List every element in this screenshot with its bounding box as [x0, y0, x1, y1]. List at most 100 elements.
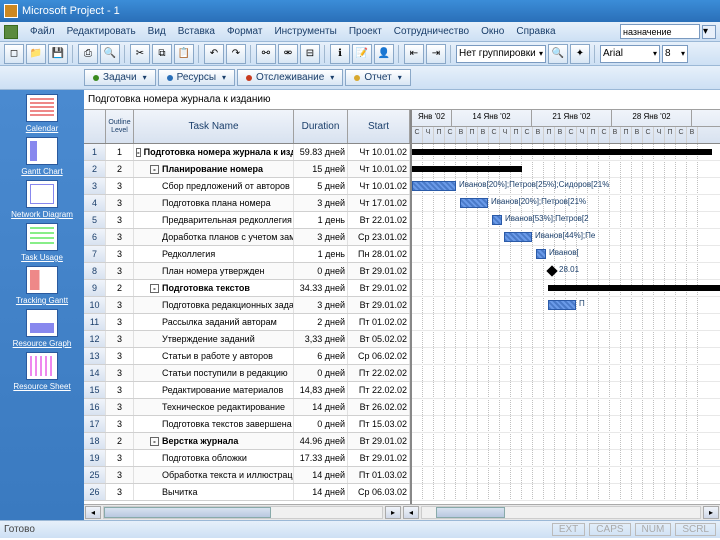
view-task[interactable]: Task Usage [6, 223, 78, 262]
menu-вид[interactable]: Вид [142, 24, 172, 39]
gantt-bar-task[interactable] [492, 215, 502, 225]
zoom-button[interactable]: 🔍 [548, 44, 568, 64]
menu-редактировать[interactable]: Редактировать [61, 24, 142, 39]
row-name[interactable]: Подготовка текстов завершена [134, 416, 294, 432]
row-start[interactable]: Чт 10.01.02 [348, 144, 410, 160]
row-id[interactable]: 6 [84, 229, 106, 245]
view-rgraph[interactable]: Resource Graph [6, 309, 78, 348]
help-dropdown[interactable]: ▾ [702, 25, 716, 39]
row-duration[interactable]: 14 дней [294, 484, 348, 500]
print-button[interactable]: ⎙ [78, 44, 98, 64]
row-duration[interactable]: 3,33 дней [294, 331, 348, 347]
gantt-bar-task[interactable] [504, 232, 532, 242]
row-id[interactable]: 1 [84, 144, 106, 160]
row-name[interactable]: Доработка планов с учетом замечаний [134, 229, 294, 245]
row-name[interactable]: Вычитка [134, 484, 294, 500]
row-id[interactable]: 10 [84, 297, 106, 313]
menu-сотрудничество[interactable]: Сотрудничество [388, 24, 475, 39]
row-id[interactable]: 7 [84, 246, 106, 262]
row-name[interactable]: Утверждение заданий [134, 331, 294, 347]
task-row[interactable]: 33Сбор предложений от авторов5 днейЧт 10… [84, 178, 410, 195]
wizard-button[interactable]: ✦ [570, 44, 590, 64]
menu-окно[interactable]: Окно [475, 24, 510, 39]
assign-button[interactable]: 👤 [374, 44, 394, 64]
row-outline[interactable]: 3 [106, 382, 134, 398]
row-id[interactable]: 8 [84, 263, 106, 279]
entry-bar[interactable]: Подготовка номера журнала к изданию [84, 90, 720, 110]
task-row[interactable]: 173Подготовка текстов завершена0 днейПт … [84, 416, 410, 433]
row-outline[interactable]: 2 [106, 280, 134, 296]
menu-справка[interactable]: Справка [510, 24, 561, 39]
row-outline[interactable]: 3 [106, 467, 134, 483]
row-name[interactable]: Рассылка заданий авторам [134, 314, 294, 330]
undo-button[interactable]: ↶ [204, 44, 224, 64]
row-name[interactable]: Статьи поступили в редакцию [134, 365, 294, 381]
row-name[interactable]: -Подготовка номера журнала к изданию [134, 144, 294, 160]
task-row[interactable]: 253Обработка текста и иллюстраций14 дней… [84, 467, 410, 484]
task-row[interactable]: 133Статьи в работе у авторов6 днейСр 06.… [84, 348, 410, 365]
new-button[interactable]: ◻ [4, 44, 24, 64]
row-duration[interactable]: 0 дней [294, 365, 348, 381]
row-id[interactable]: 9 [84, 280, 106, 296]
row-id[interactable]: 17 [84, 416, 106, 432]
row-id[interactable]: 12 [84, 331, 106, 347]
row-outline[interactable]: 3 [106, 212, 134, 228]
open-button[interactable]: 📁 [26, 44, 46, 64]
task-row[interactable]: 43Подготовка плана номера3 днейЧт 17.01.… [84, 195, 410, 212]
row-name[interactable]: Редколлегия [134, 246, 294, 262]
row-duration[interactable]: 14,83 дней [294, 382, 348, 398]
task-row[interactable]: 182-Верстка журнала44.96 днейВт 29.01.02 [84, 433, 410, 450]
row-id[interactable]: 3 [84, 178, 106, 194]
task-row[interactable]: 92-Подготовка текстов34.33 днейВт 29.01.… [84, 280, 410, 297]
row-start[interactable]: Ср 23.01.02 [348, 229, 410, 245]
row-outline[interactable]: 3 [106, 416, 134, 432]
row-duration[interactable]: 15 дней [294, 161, 348, 177]
gantt-bar-task[interactable] [460, 198, 488, 208]
row-id[interactable]: 14 [84, 365, 106, 381]
row-name[interactable]: Обработка текста и иллюстраций [134, 467, 294, 483]
row-duration[interactable]: 1 день [294, 212, 348, 228]
gantt-bar-summary[interactable] [412, 149, 712, 155]
row-id[interactable]: 15 [84, 382, 106, 398]
row-outline[interactable]: 3 [106, 399, 134, 415]
row-outline[interactable]: 3 [106, 348, 134, 364]
row-duration[interactable]: 3 дней [294, 195, 348, 211]
col-name[interactable]: Task Name [134, 110, 294, 143]
info-button[interactable]: ℹ [330, 44, 350, 64]
row-start[interactable]: Вт 29.01.02 [348, 263, 410, 279]
row-id[interactable]: 11 [84, 314, 106, 330]
task-row[interactable]: 103Подготовка редакционных заданий3 дней… [84, 297, 410, 314]
row-duration[interactable]: 0 дней [294, 263, 348, 279]
row-duration[interactable]: 5 дней [294, 178, 348, 194]
redo-button[interactable]: ↷ [226, 44, 246, 64]
row-duration[interactable]: 17.33 дней [294, 450, 348, 466]
save-button[interactable]: 💾 [48, 44, 68, 64]
row-id[interactable]: 26 [84, 484, 106, 500]
row-outline[interactable]: 3 [106, 195, 134, 211]
row-id[interactable]: 4 [84, 195, 106, 211]
task-row[interactable]: 153Редактирование материалов14,83 днейПт… [84, 382, 410, 399]
paste-button[interactable]: 📋 [174, 44, 194, 64]
view-gantt[interactable]: Gantt Chart [6, 137, 78, 176]
row-name[interactable]: Предварительная редколлегия [134, 212, 294, 228]
gantt-bar-summary[interactable] [412, 166, 522, 172]
view-net[interactable]: Network Diagram [6, 180, 78, 219]
row-start[interactable]: Вт 26.02.02 [348, 399, 410, 415]
row-outline[interactable]: 3 [106, 365, 134, 381]
link-button[interactable]: ⚯ [256, 44, 276, 64]
row-start[interactable]: Пт 01.03.02 [348, 467, 410, 483]
menu-инструменты[interactable]: Инструменты [268, 24, 342, 39]
row-outline[interactable]: 3 [106, 297, 134, 313]
row-name[interactable]: Подготовка плана номера [134, 195, 294, 211]
row-duration[interactable]: 14 дней [294, 399, 348, 415]
row-name[interactable]: -Верстка журнала [134, 433, 294, 449]
task-row[interactable]: 63Доработка планов с учетом замечаний3 д… [84, 229, 410, 246]
cut-button[interactable]: ✂ [130, 44, 150, 64]
row-outline[interactable]: 3 [106, 450, 134, 466]
row-duration[interactable]: 3 дней [294, 229, 348, 245]
row-duration[interactable]: 6 дней [294, 348, 348, 364]
row-outline[interactable]: 3 [106, 178, 134, 194]
col-start[interactable]: Start [348, 110, 410, 143]
row-outline[interactable]: 2 [106, 161, 134, 177]
row-start[interactable]: Пн 28.01.02 [348, 246, 410, 262]
